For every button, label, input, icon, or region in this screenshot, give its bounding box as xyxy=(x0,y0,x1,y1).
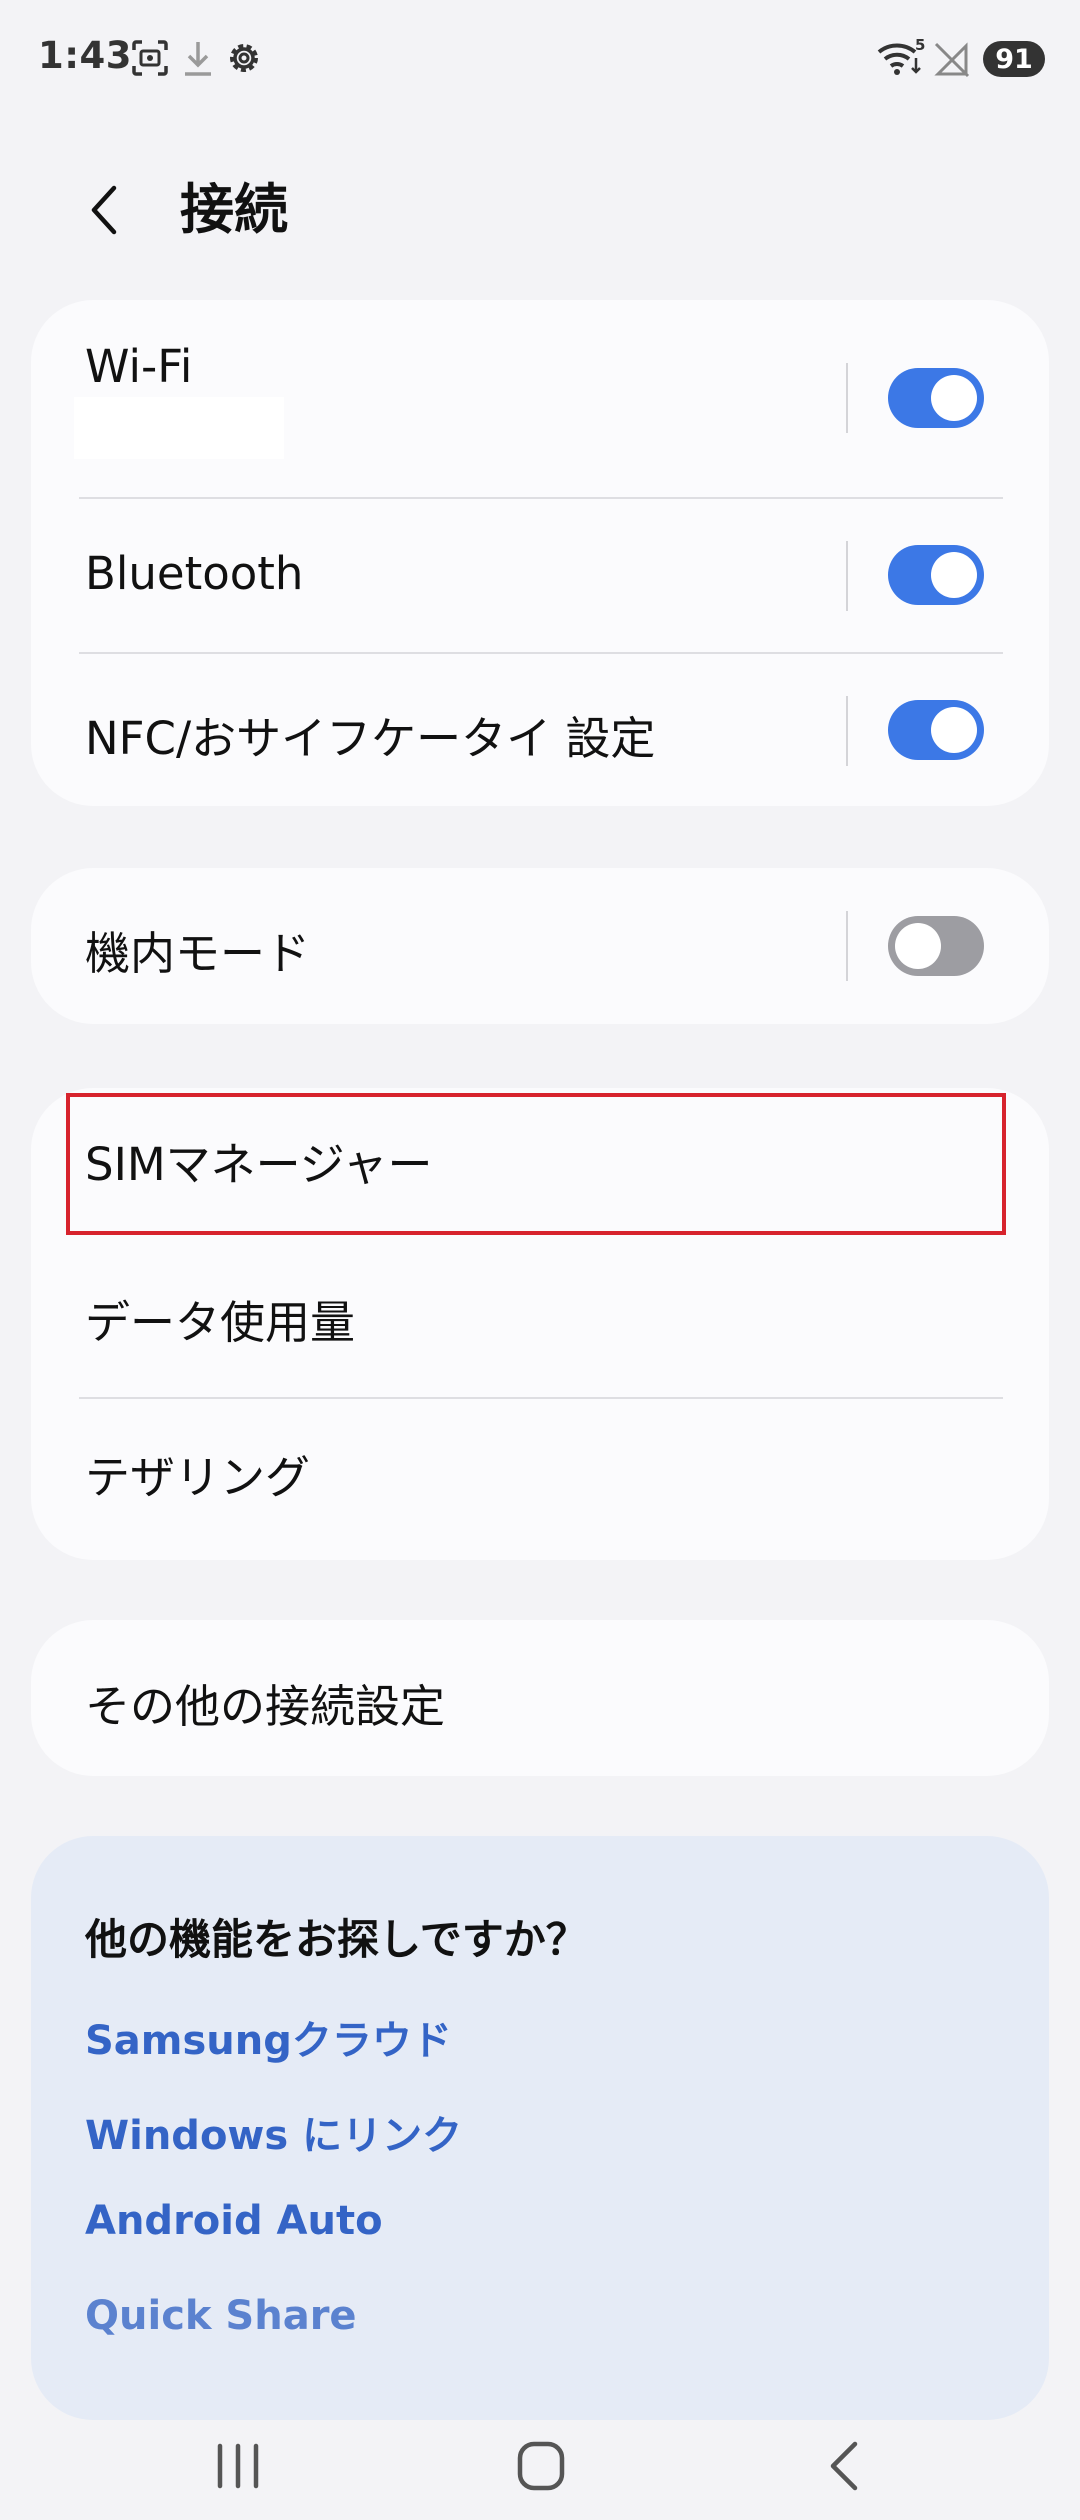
tethering-row[interactable]: テザリング xyxy=(31,1399,1049,1560)
page-title: 接続 xyxy=(180,178,288,241)
row-separator xyxy=(846,541,848,611)
airplane-toggle[interactable] xyxy=(888,916,984,976)
wifi-toggle[interactable] xyxy=(888,368,984,428)
row-separator xyxy=(846,363,848,433)
home-icon[interactable] xyxy=(500,2436,580,2496)
more-settings-row[interactable]: その他の接続設定 xyxy=(31,1620,1049,1776)
link-quick-share[interactable]: Quick Share xyxy=(85,2293,357,2339)
status-bar: 1:43 5 91 xyxy=(0,0,1080,120)
bluetooth-label: Bluetooth xyxy=(85,547,304,600)
highlight-box xyxy=(66,1093,1006,1235)
nfc-row[interactable]: NFC/おサイフケータイ 設定 xyxy=(31,654,1049,806)
airplane-label: 機内モード xyxy=(85,927,311,980)
suggestions-title: 他の機能をお探しですか？ xyxy=(85,1915,588,1964)
more-settings-label: その他の接続設定 xyxy=(85,1680,446,1733)
wifi-row[interactable]: Wi-Fi xyxy=(31,300,1049,496)
download-icon xyxy=(180,38,216,82)
settings-gear-icon xyxy=(224,38,264,82)
row-separator xyxy=(846,696,848,766)
wifi-icon: 5 xyxy=(875,36,927,82)
header: 接続 xyxy=(0,150,1080,270)
link-samsung-cloud[interactable]: Samsungクラウド xyxy=(85,2008,452,2066)
more-settings-card: その他の接続設定 xyxy=(31,1620,1049,1776)
data-usage-row[interactable]: データ使用量 xyxy=(31,1244,1049,1398)
navigation-bar xyxy=(0,2400,1080,2520)
tethering-label: テザリング xyxy=(85,1451,311,1504)
nfc-toggle[interactable] xyxy=(888,700,984,760)
nfc-label: NFC/おサイフケータイ 設定 xyxy=(85,712,656,765)
back-icon[interactable] xyxy=(805,2436,885,2496)
link-windows[interactable]: Windows にリンク xyxy=(85,2103,462,2161)
bluetooth-toggle[interactable] xyxy=(888,545,984,605)
screenshot-icon xyxy=(130,38,170,82)
recent-apps-icon[interactable] xyxy=(198,2436,278,2496)
svg-text:5: 5 xyxy=(915,36,925,54)
suggestions-card: 他の機能をお探しですか？ Samsungクラウド Windows にリンク An… xyxy=(31,1836,1049,2420)
connection-toggles-card: Wi-Fi Bluetooth NFC/おサイフケータイ 設定 xyxy=(31,300,1049,806)
airplane-row[interactable]: 機内モード xyxy=(31,868,1049,1024)
no-signal-icon xyxy=(932,38,972,82)
wifi-network-name-redacted xyxy=(74,397,284,459)
wifi-label: Wi-Fi xyxy=(85,340,193,393)
battery-icon: 91 xyxy=(983,41,1045,77)
link-android-auto[interactable]: Android Auto xyxy=(85,2198,383,2244)
bluetooth-row[interactable]: Bluetooth xyxy=(31,499,1049,651)
airplane-card: 機内モード xyxy=(31,868,1049,1024)
status-time: 1:43 xyxy=(38,34,133,77)
data-usage-label: データ使用量 xyxy=(85,1296,356,1349)
row-separator xyxy=(846,911,848,981)
back-arrow-icon[interactable] xyxy=(78,180,138,240)
